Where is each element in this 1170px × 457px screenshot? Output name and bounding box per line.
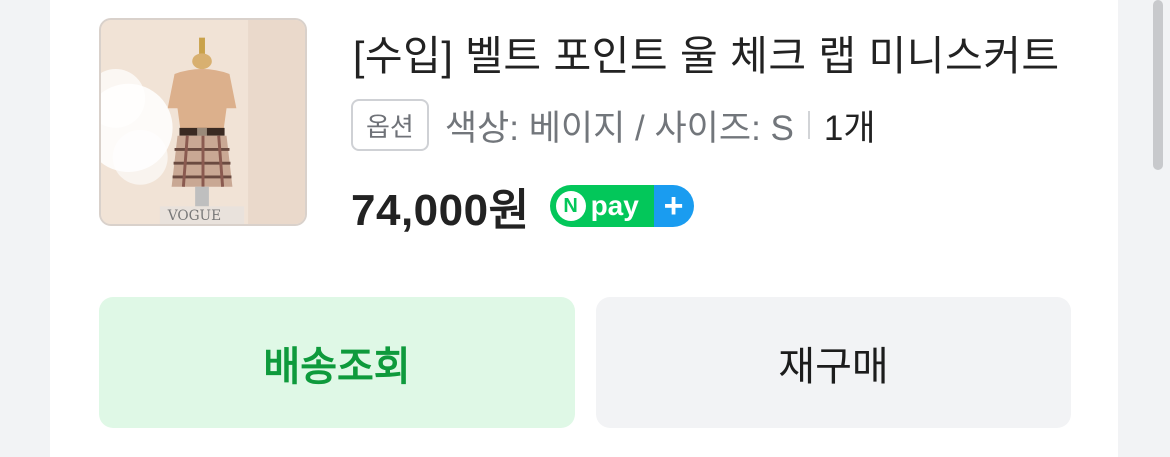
product-image: VOGUE [101, 20, 305, 224]
scrollbar-thumb[interactable] [1153, 0, 1163, 170]
rebuy-button[interactable]: 재구매 [596, 297, 1071, 428]
naver-n-icon: N [555, 191, 586, 221]
track-delivery-button[interactable]: 배송조회 [99, 297, 575, 428]
price-row: 74,000원 N pay + [351, 176, 694, 236]
svg-text:VOGUE: VOGUE [167, 208, 221, 224]
npay-plus-badge: N pay + [549, 185, 694, 227]
option-badge: 옵션 [351, 99, 429, 151]
quantity-text: 1개 [823, 108, 876, 148]
separator [807, 111, 810, 139]
plus-icon: + [653, 185, 694, 227]
product-title[interactable]: [수입] 벨트 포인트 울 체크 랩 미니스커트 [353, 22, 1073, 82]
product-thumbnail[interactable]: VOGUE [99, 18, 307, 226]
option-row: 옵션 색상: 베이지 / 사이즈: S 1개 [351, 97, 876, 153]
npay-label: pay [590, 190, 639, 221]
price-amount: 74,000원 [351, 186, 530, 235]
option-text: 색상: 베이지 / 사이즈: S [444, 108, 794, 148]
